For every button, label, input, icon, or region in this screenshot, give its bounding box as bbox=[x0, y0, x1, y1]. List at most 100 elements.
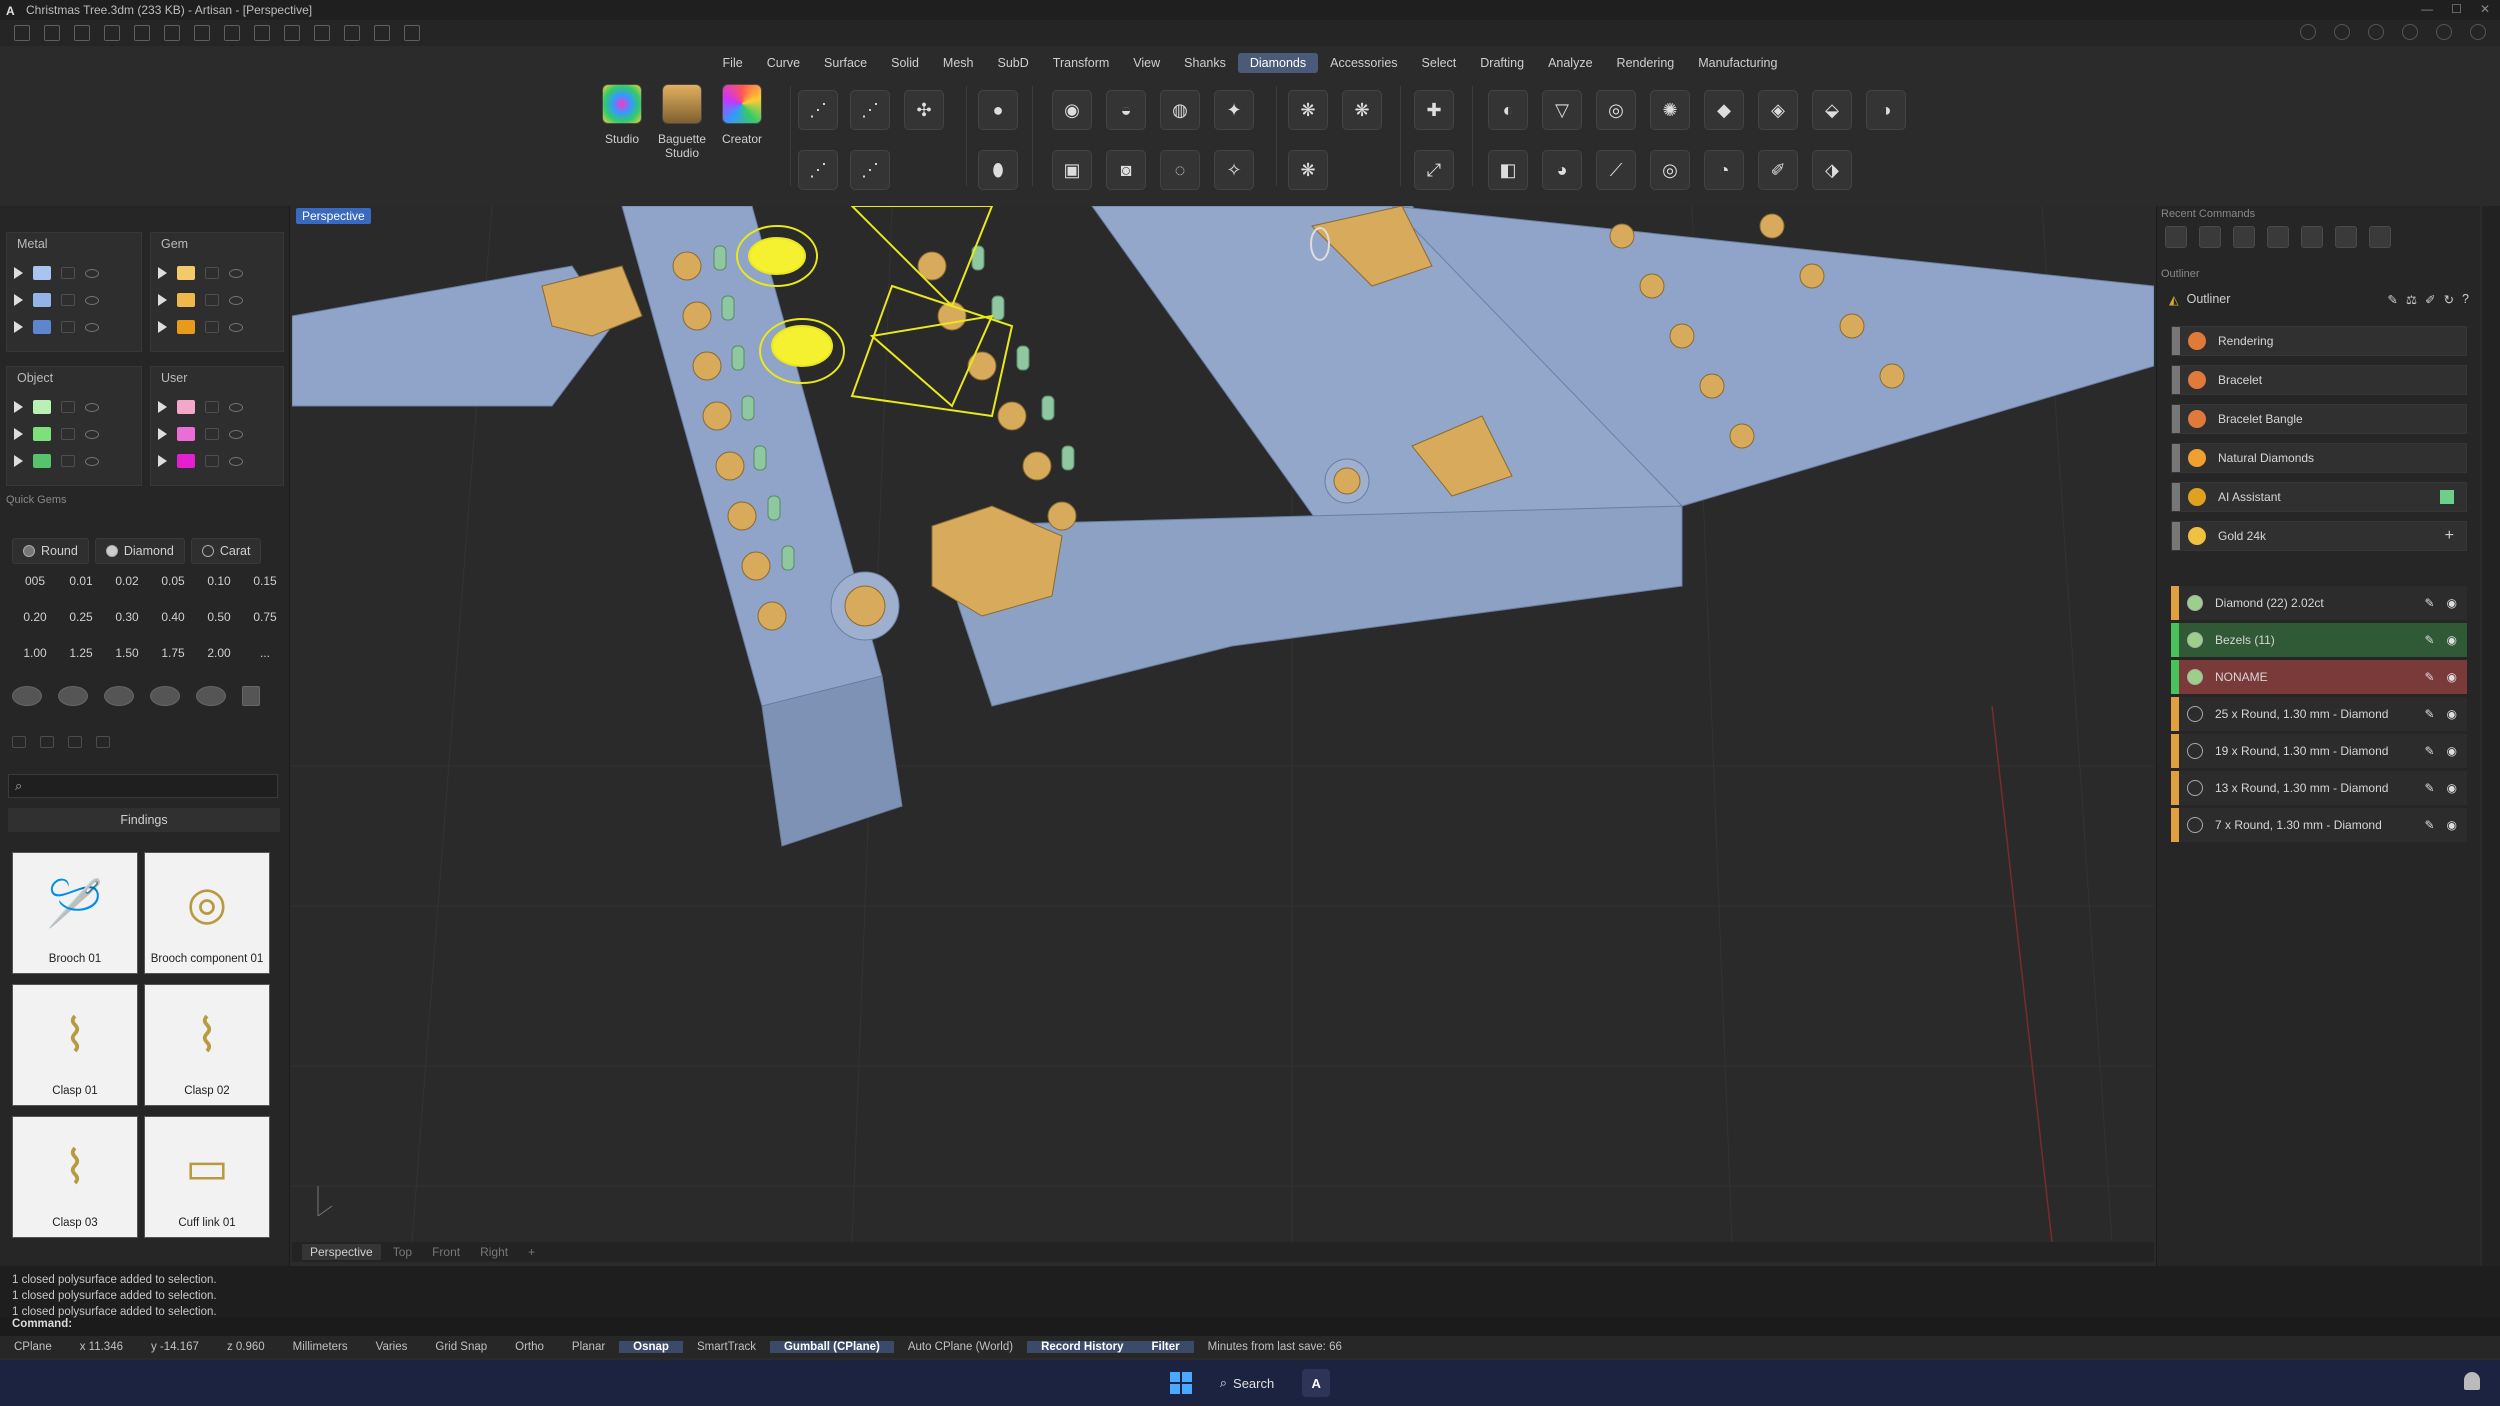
eye-icon[interactable]: ◉ bbox=[2447, 818, 2457, 832]
eye-icon[interactable] bbox=[229, 429, 243, 439]
osnap-toggle[interactable]: Osnap bbox=[619, 1341, 683, 1353]
edit-icon[interactable]: ✎ bbox=[2424, 596, 2434, 610]
lock-icon[interactable] bbox=[205, 455, 219, 467]
layer-row[interactable]: NONAME ✎ ◉ bbox=[2171, 660, 2467, 694]
lock-icon[interactable] bbox=[61, 401, 75, 413]
carat-size-button[interactable]: 0.25 bbox=[58, 604, 104, 630]
add-icon[interactable]: + bbox=[2445, 527, 2454, 545]
gem-on-curve-icon[interactable]: ⋰ bbox=[798, 90, 838, 130]
eye-icon[interactable] bbox=[229, 402, 243, 412]
record-history-toggle[interactable]: Record History bbox=[1027, 1341, 1138, 1353]
menu-diamonds[interactable]: Diamonds bbox=[1237, 53, 1319, 73]
menu-rendering[interactable]: Rendering bbox=[1605, 53, 1687, 73]
gem-tools-icon[interactable]: ◆ bbox=[1704, 90, 1744, 130]
layer-row[interactable]: 19 x Round, 1.30 mm - Diamond ✎ ◉ bbox=[2171, 734, 2467, 768]
lock-icon[interactable] bbox=[205, 267, 219, 279]
layer-row[interactable]: Bezels (11) ✎ ◉ bbox=[2171, 623, 2467, 657]
outliner-group[interactable]: Gold 24k + bbox=[2171, 521, 2467, 551]
carat-size-button[interactable]: 0.01 bbox=[58, 568, 104, 594]
ortho-toggle[interactable]: Ortho bbox=[501, 1341, 558, 1353]
recent-command-5-icon[interactable] bbox=[2301, 226, 2323, 248]
color-swatch[interactable] bbox=[33, 266, 51, 280]
eye-icon[interactable]: ◉ bbox=[2447, 781, 2457, 795]
edit-icon[interactable]: ✎ bbox=[2424, 781, 2434, 795]
menu-solid[interactable]: Solid bbox=[879, 53, 931, 73]
color-swatch[interactable] bbox=[177, 427, 195, 441]
prong-setting-icon[interactable]: ✦ bbox=[1214, 90, 1254, 130]
carat-size-button[interactable]: 0.75 bbox=[242, 604, 288, 630]
user-swatch-row[interactable] bbox=[158, 423, 243, 445]
cplane-label[interactable]: CPlane bbox=[0, 1341, 66, 1353]
tube-setting-icon[interactable]: ◙ bbox=[1106, 150, 1146, 190]
round-cut-icon[interactable] bbox=[12, 686, 42, 706]
eye-icon[interactable]: ◉ bbox=[2447, 707, 2457, 721]
findings-header[interactable]: Findings bbox=[8, 808, 280, 832]
gumball-toggle[interactable]: Gumball (CPlane) bbox=[769, 1341, 894, 1353]
eye-icon[interactable] bbox=[85, 295, 99, 305]
new-template-icon[interactable] bbox=[44, 25, 60, 41]
gem-swatch-row[interactable] bbox=[158, 316, 243, 338]
windows-start-icon[interactable] bbox=[1169, 1372, 1192, 1394]
taskbar-search[interactable]: ⌕ Search bbox=[1206, 1368, 1288, 1398]
baguette-studio-button[interactable]: Baguette Studio bbox=[654, 78, 710, 160]
object-swatch-row[interactable] bbox=[14, 450, 99, 472]
carat-size-button[interactable]: 0.15 bbox=[242, 568, 288, 594]
color-swatch[interactable] bbox=[177, 454, 195, 468]
gem-analyze-icon[interactable]: ◎ bbox=[1596, 90, 1636, 130]
layer-row[interactable]: 7 x Round, 1.30 mm - Diamond ✎ ◉ bbox=[2171, 808, 2467, 842]
pick-icon[interactable]: ✎ bbox=[2387, 292, 2397, 307]
cloud-icon[interactable] bbox=[2368, 24, 2384, 40]
model-view[interactable] bbox=[292, 206, 2154, 1242]
balance-icon[interactable]: ⚖ bbox=[2406, 292, 2417, 307]
menu-curve[interactable]: Curve bbox=[755, 53, 812, 73]
finding-item[interactable]: ⌇ Clasp 03 bbox=[12, 1116, 138, 1238]
eye-icon[interactable]: ◉ bbox=[2447, 633, 2457, 647]
viewport-tab-front[interactable]: Front bbox=[424, 1244, 468, 1260]
gem-report-icon[interactable]: ◐ bbox=[1488, 90, 1528, 130]
copy-icon[interactable] bbox=[254, 25, 270, 41]
menu-transform[interactable]: Transform bbox=[1041, 53, 1122, 73]
folder-icon[interactable] bbox=[12, 736, 26, 748]
carat-size-button[interactable]: 1.75 bbox=[150, 640, 196, 666]
move-icon[interactable] bbox=[284, 25, 300, 41]
play-icon[interactable] bbox=[14, 401, 23, 413]
viewport-tab-top[interactable]: Top bbox=[385, 1244, 420, 1260]
link-icon[interactable] bbox=[2436, 24, 2452, 40]
help-icon[interactable] bbox=[2402, 24, 2418, 40]
lock-icon[interactable] bbox=[205, 428, 219, 440]
carat-size-button[interactable]: 1.50 bbox=[104, 640, 150, 666]
recent-command-7-icon[interactable] bbox=[2369, 226, 2391, 248]
finding-item[interactable]: ◎ Brooch component 01 bbox=[144, 852, 270, 974]
color-swatch[interactable] bbox=[177, 266, 195, 280]
save-icon[interactable] bbox=[194, 25, 210, 41]
recent-command-1-icon[interactable] bbox=[2165, 226, 2187, 248]
notifications-icon[interactable] bbox=[2300, 24, 2316, 40]
outliner-group[interactable]: Rendering bbox=[2171, 326, 2467, 356]
lock-icon[interactable] bbox=[61, 294, 75, 306]
menu-drafting[interactable]: Drafting bbox=[1468, 53, 1536, 73]
lock-icon[interactable] bbox=[61, 455, 75, 467]
oval-gem-icon[interactable]: ⬮ bbox=[978, 150, 1018, 190]
eye-icon[interactable] bbox=[229, 268, 243, 278]
user-swatch-row[interactable] bbox=[158, 396, 243, 418]
play-icon[interactable] bbox=[158, 428, 167, 440]
filter-toggle[interactable]: Filter bbox=[1137, 1341, 1194, 1353]
eye-icon[interactable] bbox=[85, 402, 99, 412]
new-file-icon[interactable] bbox=[14, 25, 30, 41]
gem-cluster-icon[interactable]: ✣ bbox=[904, 90, 944, 130]
pave-fill-icon[interactable]: ❋ bbox=[1288, 150, 1328, 190]
channel-setting-icon[interactable]: ▣ bbox=[1052, 150, 1092, 190]
gems-along-curve-icon[interactable]: ⋰ bbox=[850, 90, 890, 130]
outliner-group[interactable]: Natural Diamonds bbox=[2171, 443, 2467, 473]
color-swatch[interactable] bbox=[177, 400, 195, 414]
carat-size-button[interactable]: 0.05 bbox=[150, 568, 196, 594]
diamond-tab[interactable]: Diamond bbox=[94, 538, 185, 564]
play-icon[interactable] bbox=[14, 321, 23, 333]
play-icon[interactable] bbox=[158, 401, 167, 413]
finding-item[interactable]: ▭ Cuff link 01 bbox=[144, 1116, 270, 1238]
menu-mesh[interactable]: Mesh bbox=[931, 53, 986, 73]
gem-select-icon[interactable]: ◧ bbox=[1488, 150, 1528, 190]
carat-size-button[interactable]: 1.00 bbox=[12, 640, 58, 666]
play-icon[interactable] bbox=[158, 321, 167, 333]
play-icon[interactable] bbox=[158, 455, 167, 467]
